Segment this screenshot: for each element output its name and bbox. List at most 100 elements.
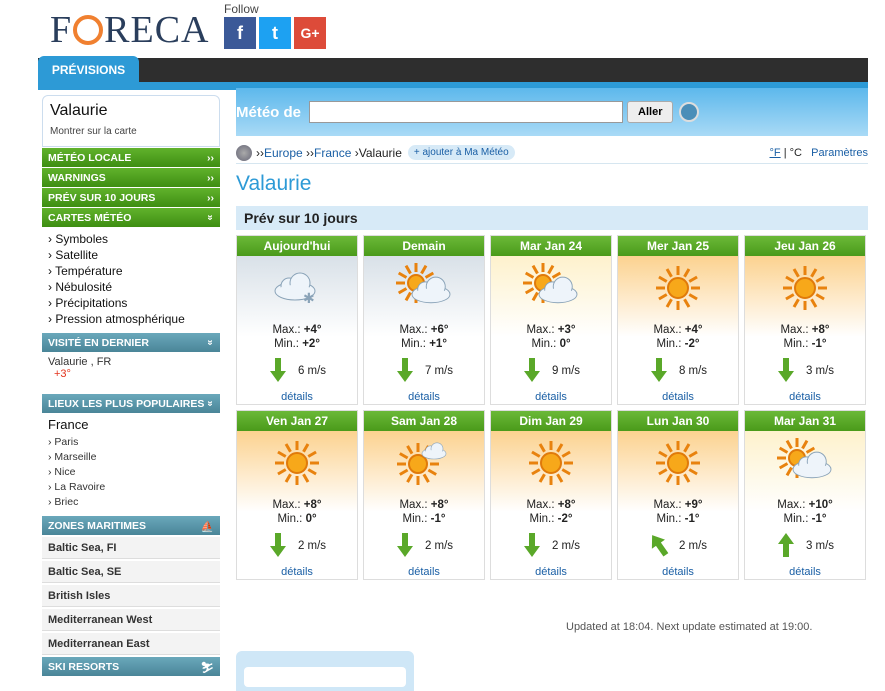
- partly-cloudy-icon: [491, 256, 611, 319]
- visited-item[interactable]: Valaurie , FR +3°: [42, 352, 220, 392]
- visited-header[interactable]: VISITÉ EN DERNIER »: [42, 333, 220, 352]
- popular-header[interactable]: LIEUX LES PLUS POPULAIRES»: [42, 394, 220, 413]
- maritime-item[interactable]: British Isles: [42, 585, 220, 607]
- details-link[interactable]: détails: [745, 566, 865, 578]
- max-value: +6°: [430, 324, 449, 336]
- facebook-icon[interactable]: f: [224, 17, 256, 49]
- details-link[interactable]: détails: [237, 566, 357, 578]
- max-label: Max.:: [399, 324, 428, 336]
- temp-max: Max.: +8°: [745, 323, 865, 337]
- wind-speed: 2 m/s: [297, 540, 327, 552]
- min-value: 0°: [305, 513, 317, 525]
- cloud-snow-icon: ✱: [237, 256, 357, 319]
- wind: 2 m/s: [364, 532, 484, 560]
- temp-min: Min.: +2°: [237, 337, 357, 351]
- breadcrumb-city: Valaurie: [358, 145, 402, 160]
- forecast-day: Demain Max.: +6° Min.: +1° 7 m/s détails: [363, 235, 485, 405]
- menu-prev10[interactable]: PRÉV SUR 10 JOURS ››: [42, 188, 220, 207]
- menu-cartes[interactable]: CARTES MÉTÉO »: [42, 208, 220, 227]
- min-value: +1°: [429, 338, 447, 350]
- popular-item[interactable]: › Nice: [48, 465, 214, 480]
- maritime-item[interactable]: Baltic Sea, SE: [42, 561, 220, 583]
- maritime-header[interactable]: ZONES MARITIMES ⛵: [42, 516, 220, 535]
- max-value: +9°: [684, 499, 703, 511]
- temp-min: Min.: -1°: [364, 512, 484, 526]
- globe-icon[interactable]: [236, 144, 252, 161]
- wind: 3 m/s: [745, 357, 865, 385]
- map-link-item[interactable]: › Symboles: [48, 231, 214, 247]
- tab-previsions[interactable]: PRÉVISIONS: [38, 56, 139, 83]
- unit-fahrenheit[interactable]: °F: [770, 147, 781, 159]
- search-input[interactable]: [309, 101, 624, 123]
- go-button[interactable]: Aller: [627, 101, 674, 123]
- twitter-icon[interactable]: t: [259, 17, 291, 49]
- wind: 3 m/s: [745, 532, 865, 560]
- forecast-day: Lun Jan 30 Max.: +9° Min.: -1° 2 m/s dét…: [617, 410, 739, 580]
- temp-max: Max.: +9°: [618, 498, 738, 512]
- popular-item[interactable]: › Marseille: [48, 450, 214, 465]
- popular-item[interactable]: › La Ravoire: [48, 480, 214, 495]
- map-link-item[interactable]: › Satellite: [48, 247, 214, 263]
- wind-arrow-icon: [776, 532, 806, 561]
- map-link-item[interactable]: › Pression atmosphérique: [48, 311, 214, 327]
- max-label: Max.:: [272, 324, 301, 336]
- menu-warnings[interactable]: WARNINGS ››: [42, 168, 220, 187]
- logo-text-reca: RECA: [104, 9, 210, 51]
- header: F RECA Follow f t G+: [0, 0, 885, 58]
- wind: 6 m/s: [237, 357, 357, 385]
- details-link[interactable]: détails: [491, 391, 611, 403]
- popular-country: France: [48, 417, 89, 432]
- temp-max: Max.: +8°: [237, 498, 357, 512]
- maritime-item[interactable]: Mediterranean West: [42, 609, 220, 631]
- map-link-item[interactable]: › Précipitations: [48, 295, 214, 311]
- menu-meteo-locale[interactable]: MÉTÉO LOCALE ››: [42, 148, 220, 167]
- map-link-item[interactable]: › Nébulosité: [48, 279, 214, 295]
- forecast-day: Mar Jan 24 Max.: +3° Min.: 0° 9 m/s déta…: [490, 235, 612, 405]
- details-link[interactable]: détails: [491, 566, 611, 578]
- bottom-widget-inner: [244, 667, 406, 687]
- maritime-item[interactable]: Baltic Sea, FI: [42, 537, 220, 559]
- wind: 2 m/s: [618, 532, 738, 560]
- settings-link[interactable]: Paramètres: [811, 147, 868, 159]
- breadcrumb-europe[interactable]: Europe: [264, 146, 303, 160]
- details-link[interactable]: détails: [618, 566, 738, 578]
- min-label: Min.:: [783, 338, 809, 350]
- popular-item[interactable]: › Briec: [48, 495, 214, 510]
- max-label: Max.:: [272, 499, 301, 511]
- details-link[interactable]: détails: [745, 391, 865, 403]
- add-to-my-weather-button[interactable]: + ajouter à Ma Météo: [407, 145, 515, 160]
- day-name: Mer Jan 25: [618, 236, 738, 256]
- day-name: Ven Jan 27: [237, 411, 357, 431]
- breadcrumb-sep: ››: [302, 145, 315, 160]
- min-label: Min.:: [274, 338, 299, 350]
- maritime-item[interactable]: Mediterranean East: [42, 633, 220, 655]
- map-link-item[interactable]: › Température: [48, 263, 214, 279]
- ski-header[interactable]: SKI RESORTS ⛷: [42, 657, 220, 676]
- wind-arrow-icon: [649, 532, 679, 561]
- sun-icon: [745, 256, 865, 319]
- details-link[interactable]: détails: [364, 566, 484, 578]
- breadcrumb-france[interactable]: France: [314, 146, 351, 160]
- day-name: Lun Jan 30: [618, 411, 738, 431]
- foreca-logo[interactable]: F RECA: [50, 8, 210, 52]
- google-plus-icon[interactable]: G+: [294, 17, 326, 49]
- map-link[interactable]: Montrer sur la carte: [50, 126, 212, 137]
- max-label: Max.:: [526, 324, 555, 336]
- wind-speed: 8 m/s: [678, 365, 708, 377]
- max-label: Max.:: [526, 499, 555, 511]
- menu-label: CARTES MÉTÉO: [48, 212, 132, 224]
- forecast-grid: Aujourd'hui ✱ Max.: +4° Min.: +2° 6 m/s …: [236, 235, 868, 580]
- sun-cloud-icon: [364, 431, 484, 494]
- search-bar: Météo de Aller: [236, 88, 868, 136]
- unit-celsius[interactable]: °C: [790, 147, 802, 159]
- details-link[interactable]: détails: [237, 391, 357, 403]
- details-link[interactable]: détails: [618, 391, 738, 403]
- map-label: Satellite: [55, 248, 99, 262]
- partly-cloudy-icon: [364, 256, 484, 319]
- wind-speed: 7 m/s: [424, 365, 454, 377]
- details-link[interactable]: détails: [364, 391, 484, 403]
- popular-item[interactable]: › Paris: [48, 435, 214, 450]
- max-value: +3°: [557, 324, 576, 336]
- globe-icon[interactable]: [679, 102, 700, 122]
- min-label: Min.:: [656, 513, 682, 525]
